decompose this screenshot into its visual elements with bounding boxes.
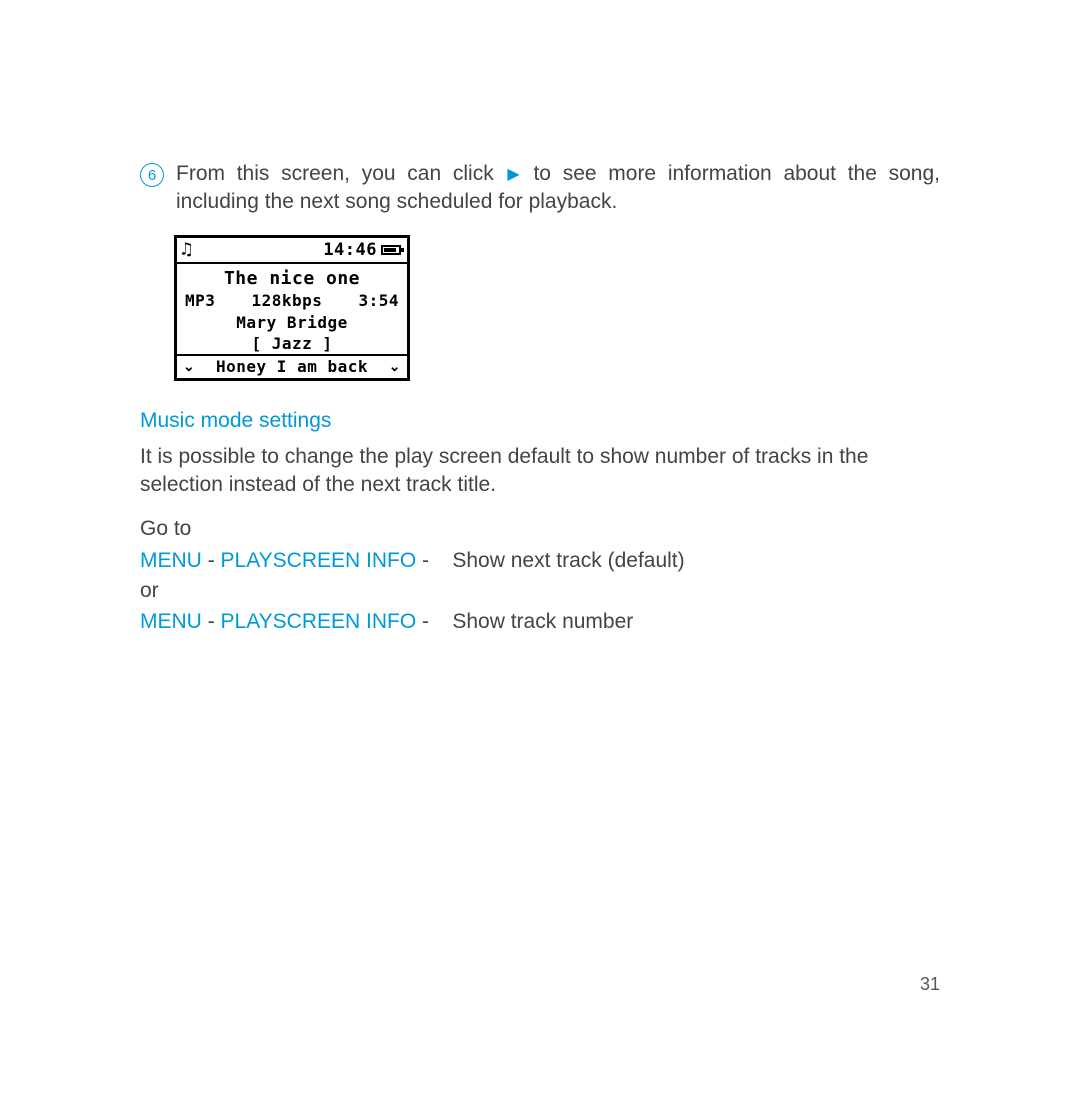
next-track-title: Honey I am back (216, 357, 368, 376)
menu-path-default: MENU - PLAYSCREEN INFO - Show next track… (140, 546, 940, 576)
next-track-row: ⌄ Honey I am back ⌄ (177, 354, 407, 378)
status-right: 14:46 (323, 240, 401, 260)
menu-keyword: MENU (140, 610, 202, 633)
track-duration: 3:54 (358, 291, 399, 310)
player-screen-mock: ♫ 14:46 The nice one MP3 128kbps 3:54 Ma… (174, 235, 410, 381)
step-6-text: From this screen, you can click ▶ to see… (176, 160, 940, 217)
option-number: Show track number (452, 610, 633, 633)
section-heading-music-mode: Music mode settings (140, 409, 940, 433)
or-label: or (140, 576, 940, 606)
track-meta-row: MP3 128kbps 3:54 (177, 291, 407, 312)
play-icon: ▶ (507, 164, 519, 186)
battery-icon (381, 245, 401, 255)
track-title: The nice one (177, 264, 407, 291)
goto-label: Go to (140, 515, 940, 543)
manual-page: 6 From this screen, you can click ▶ to s… (0, 0, 1080, 1100)
option-default: Show next track (default) (452, 549, 684, 572)
menu-path-number: MENU - PLAYSCREEN INFO - Show track numb… (140, 607, 940, 637)
step-text-part1: From this screen, you can click (176, 162, 505, 185)
music-note-icon: ♫ (181, 241, 192, 259)
clock-time: 14:46 (323, 240, 377, 260)
step-number-badge: 6 (140, 163, 164, 187)
playscreen-keyword: PLAYSCREEN INFO (221, 549, 417, 572)
chevron-down-icon: ⌄ (389, 358, 401, 375)
menu-keyword: MENU (140, 549, 202, 572)
music-mode-description: It is possible to change the play screen… (140, 443, 940, 500)
playscreen-keyword: PLAYSCREEN INFO (221, 610, 417, 633)
player-status-bar: ♫ 14:46 (177, 238, 407, 264)
audio-bitrate: 128kbps (251, 291, 322, 310)
genre-name: [ Jazz ] (177, 333, 407, 354)
audio-format: MP3 (185, 291, 215, 310)
step-6-row: 6 From this screen, you can click ▶ to s… (140, 160, 940, 217)
artist-name: Mary Bridge (177, 312, 407, 333)
chevron-down-icon: ⌄ (183, 358, 195, 375)
page-number: 31 (920, 974, 940, 995)
